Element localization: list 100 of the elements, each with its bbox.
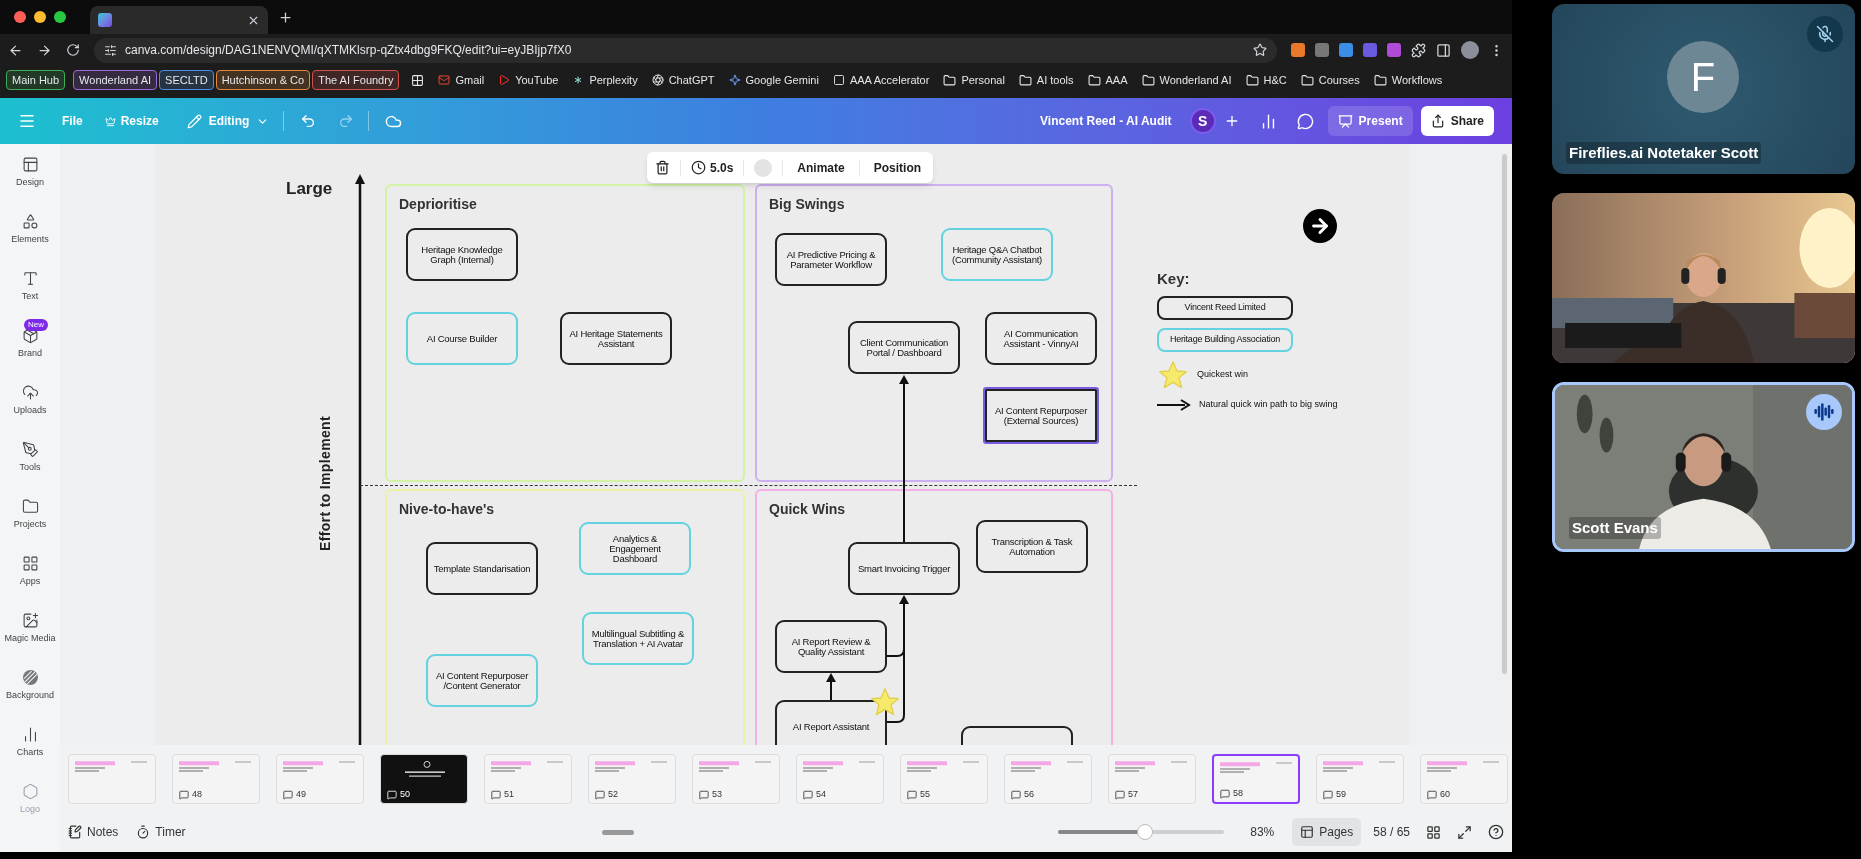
diagram-node[interactable]: Transcription & Task Automation <box>976 520 1088 573</box>
comment-icon <box>907 789 917 800</box>
profile-avatar[interactable] <box>1461 41 1479 59</box>
sidebar-item[interactable]: Projects <box>0 486 60 543</box>
bookmark-link[interactable]: Gmail <box>455 71 485 89</box>
diagram-node[interactable]: Template Standarisation <box>426 542 538 595</box>
folder-icon <box>1245 73 1259 87</box>
bookmark-link[interactable]: Google Gemini <box>745 71 819 89</box>
toolbar-button[interactable]: Animate <box>793 158 849 177</box>
diagram-node[interactable]: AI Communication Assistant - VinnyAI <box>985 312 1097 365</box>
bookmark-folder[interactable]: AI tools <box>1036 71 1074 89</box>
side-panel-icon[interactable] <box>1436 42 1451 58</box>
diagram-node[interactable]: Analytics & Engagement Dashboard <box>579 522 691 575</box>
window-minimize-button[interactable] <box>34 11 46 23</box>
diagram-node[interactable]: AI Predictive Pricing & Parameter Workflow <box>775 233 887 286</box>
trash-icon[interactable] <box>655 160 670 175</box>
slider-thumb[interactable] <box>1136 824 1153 840</box>
sidebar-item[interactable]: Background <box>0 657 60 714</box>
diagram-node[interactable]: AI Content Repurposer /Content Generator <box>426 654 538 707</box>
bookmark-folder[interactable]: Courses <box>1318 71 1360 89</box>
sidebar-item[interactable]: Charts <box>0 714 60 771</box>
favicon-icon <box>98 13 112 27</box>
undo-icon[interactable] <box>300 113 317 129</box>
bookmark-tag[interactable]: Hutchinson & Co <box>215 69 311 91</box>
present-button[interactable]: Present <box>1327 106 1413 136</box>
bookmark-folder[interactable]: Wonderland AI <box>1159 71 1232 89</box>
page-thumbnail[interactable]: 50 <box>380 753 468 804</box>
user-avatar[interactable]: S <box>1189 108 1216 134</box>
bookmark-folder[interactable]: Workflows <box>1391 71 1443 89</box>
forward-icon[interactable] <box>37 42 52 58</box>
diagram-node[interactable]: AI Course Builder <box>406 312 518 365</box>
sidebar-item[interactable]: Design <box>0 144 60 201</box>
page-thumbnail[interactable]: 49 <box>276 753 364 804</box>
diagram-node[interactable]: AI Content Repurposer (External Sources) <box>985 389 1097 442</box>
page-thumbnail[interactable]: 57 <box>1108 753 1196 804</box>
bookmark-tag[interactable]: Main Hub <box>6 69 66 91</box>
bookmark-link[interactable]: Perplexity <box>589 71 638 89</box>
window-maximize-button[interactable] <box>54 11 66 23</box>
quadrant-title: Deprioritise <box>399 197 477 211</box>
bookmark-link[interactable]: YouTube <box>515 71 559 89</box>
new-tab-icon[interactable] <box>278 9 293 25</box>
diagram-node[interactable]: Client Communication Portal / Dashboard <box>848 321 960 374</box>
bookmark-folder[interactable]: AAA <box>1105 71 1128 89</box>
page-thumbnail[interactable]: 51 <box>484 753 572 804</box>
sidebar-item[interactable]: Magic Media <box>0 600 60 657</box>
site-info-icon[interactable] <box>104 43 117 57</box>
back-icon[interactable] <box>8 42 23 58</box>
apps-grid-icon[interactable] <box>411 73 425 87</box>
notebook-icon <box>68 825 82 839</box>
browser-tab[interactable] <box>90 6 268 34</box>
toolbar-button[interactable]: Position <box>869 158 926 177</box>
comment-icon <box>1323 789 1333 800</box>
window-close-button[interactable] <box>14 11 26 23</box>
puzzle-icon[interactable] <box>1411 42 1426 58</box>
drag-handle[interactable] <box>601 829 634 835</box>
duration-button[interactable]: 5.0s <box>691 158 734 177</box>
slide-preview-drawing <box>803 760 875 772</box>
diagram-node[interactable]: Heritage Knowledge Graph (Internal) <box>406 228 518 281</box>
bookmark-link[interactable]: ChatGPT <box>668 71 715 89</box>
document-title[interactable]: Vincent Reed - AI Audit <box>1040 112 1172 130</box>
page-thumbnail[interactable]: 58 <box>1212 753 1300 804</box>
comment-icon[interactable] <box>1296 112 1314 130</box>
sidebar-item[interactable]: Elements <box>0 201 60 258</box>
grid-view-icon[interactable] <box>1426 824 1441 840</box>
bookmark-folder[interactable]: Personal <box>961 71 1005 89</box>
fullscreen-icon[interactable] <box>1457 824 1472 840</box>
page-thumbnail[interactable]: 55 <box>900 753 988 804</box>
bookmark-tag[interactable]: SECLTD <box>159 69 214 91</box>
page-thumbnail[interactable] <box>68 753 156 804</box>
sidebar-item[interactable]: Uploads <box>0 372 60 429</box>
bookmark-tag[interactable]: The AI Foundry <box>312 69 400 91</box>
bookmark-link[interactable]: AAA Accelerator <box>849 71 930 89</box>
page-thumbnail[interactable]: 48 <box>172 753 260 804</box>
address-field[interactable]: canva.com/design/DAG1NENVQMI/qXTMKlsrp-qZtx4dbg9FKQ/edit?ui=eyJBIjp7fX0 <box>94 37 1277 63</box>
diagram-node[interactable]: Smart Invoicing Trigger <box>848 542 960 595</box>
sidebar-item[interactable]: Tools <box>0 429 60 486</box>
timer-button[interactable]: Timer <box>136 823 186 841</box>
page-thumbnail[interactable]: 54 <box>796 753 884 804</box>
diagram-node[interactable]: AI Report Review & Quality Assistant <box>775 620 887 673</box>
help-icon[interactable] <box>1488 824 1504 840</box>
bookmark-folder[interactable]: H&C <box>1263 71 1287 89</box>
diagram-node[interactable]: Multilingual Subtitling & Translation + AI Avatar <box>582 612 694 665</box>
sidebar-item[interactable]: Apps <box>0 543 60 600</box>
color-swatch[interactable] <box>754 158 773 177</box>
page-thumbnail[interactable]: 60 <box>1420 753 1508 804</box>
diagram-node[interactable]: Heritage Q&A Chatbot (Community Assistant) <box>941 228 1053 281</box>
page-thumbnail[interactable]: 52 <box>588 753 676 804</box>
page-thumbnail[interactable]: 53 <box>692 753 780 804</box>
diagram-node[interactable]: AI Heritage Statements Assistant <box>560 312 672 365</box>
page-thumbnail[interactable]: 56 <box>1004 753 1092 804</box>
share-button[interactable]: Share <box>1420 106 1494 136</box>
sidebar-item[interactable]: New Brand <box>0 315 60 372</box>
slide-preview-drawing <box>1115 760 1187 772</box>
bookmark-star-icon[interactable] <box>1253 43 1267 57</box>
notes-button[interactable]: Notes <box>68 823 119 841</box>
sidebar-item[interactable]: Text <box>0 258 60 315</box>
pages-button[interactable]: Pages <box>1292 818 1362 846</box>
bookmark-tag[interactable]: Wonderland AI <box>73 69 158 91</box>
reload-icon[interactable] <box>66 43 80 57</box>
page-thumbnail[interactable]: 59 <box>1316 753 1404 804</box>
